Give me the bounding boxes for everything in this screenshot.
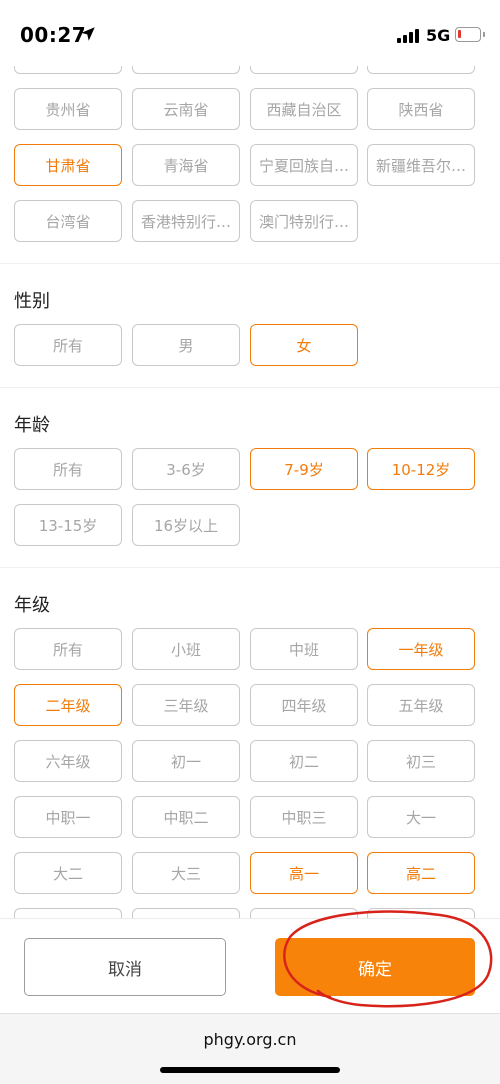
filter-option[interactable]: 贵州省 — [14, 88, 122, 130]
filter-option[interactable] — [367, 908, 475, 918]
filter-option[interactable]: 澳门特别行… — [250, 200, 358, 242]
filter-option[interactable]: 青海省 — [132, 144, 240, 186]
filter-option[interactable]: 16岁以上 — [132, 504, 240, 546]
filter-option[interactable]: 小班 — [132, 628, 240, 670]
status-bar: 00:27 5G — [0, 0, 500, 66]
filter-option[interactable]: 大一 — [367, 796, 475, 838]
filter-option[interactable]: 甘肃省 — [14, 144, 122, 186]
filter-option[interactable]: 13-15岁 — [14, 504, 122, 546]
filter-option[interactable]: 所有 — [14, 324, 122, 366]
battery-icon — [455, 27, 485, 42]
filter-option[interactable]: 中班 — [250, 628, 358, 670]
filter-option[interactable]: 二年级 — [14, 684, 122, 726]
filter-option[interactable]: 宁夏回族自… — [250, 144, 358, 186]
filter-option[interactable]: 陕西省 — [367, 88, 475, 130]
age-title: 年龄 — [14, 415, 50, 436]
filter-option[interactable]: 西藏自治区 — [250, 88, 358, 130]
filter-option[interactable]: 五年级 — [367, 684, 475, 726]
filter-option[interactable]: 台湾省 — [14, 200, 122, 242]
filter-option[interactable] — [14, 66, 122, 74]
filter-option[interactable]: 女 — [250, 324, 358, 366]
filter-option[interactable]: 高一 — [250, 852, 358, 894]
filter-option[interactable]: 初二 — [250, 740, 358, 782]
filter-option[interactable]: 初三 — [367, 740, 475, 782]
filter-option[interactable]: 大二 — [14, 852, 122, 894]
grade-title: 年级 — [14, 595, 50, 616]
filter-option[interactable] — [367, 66, 475, 74]
divider — [0, 263, 500, 264]
filter-option[interactable]: 7-9岁 — [250, 448, 358, 490]
filter-option[interactable]: 大三 — [132, 852, 240, 894]
filter-option[interactable]: 新疆维吾尔… — [367, 144, 475, 186]
filter-panel[interactable]: 贵州省 云南省 西藏自治区 陕西省甘肃省 青海省 宁夏回族自… 新疆维吾尔… 台湾省 香港特别行… — [0, 66, 500, 918]
browser-bar: phgy.org.cn — [0, 1013, 500, 1084]
filter-option[interactable]: 六年级 — [14, 740, 122, 782]
action-bar: 取消 确定 — [0, 918, 500, 1014]
gender-title: 性别 — [14, 291, 50, 312]
filter-option[interactable] — [132, 66, 240, 74]
filter-option[interactable]: 男 — [132, 324, 240, 366]
filter-option[interactable]: 所有 — [14, 448, 122, 490]
divider — [0, 387, 500, 388]
filter-option[interactable]: 高二 — [367, 852, 475, 894]
filter-option[interactable]: 三年级 — [132, 684, 240, 726]
filter-option[interactable] — [14, 908, 122, 918]
status-time: 00:27 — [20, 23, 87, 47]
filter-option[interactable]: 云南省 — [132, 88, 240, 130]
filter-option[interactable]: 所有 — [14, 628, 122, 670]
filter-option[interactable] — [250, 66, 358, 74]
filter-option[interactable]: 10-12岁 — [367, 448, 475, 490]
filter-option[interactable]: 3-6岁 — [132, 448, 240, 490]
filter-option[interactable]: 香港特别行… — [132, 200, 240, 242]
filter-option[interactable]: 初一 — [132, 740, 240, 782]
filter-option[interactable]: 中职三 — [250, 796, 358, 838]
divider — [0, 567, 500, 568]
filter-option[interactable]: 中职一 — [14, 796, 122, 838]
home-indicator[interactable] — [160, 1067, 340, 1073]
filter-option[interactable] — [132, 908, 240, 918]
confirm-button[interactable]: 确定 — [275, 938, 475, 996]
filter-option[interactable] — [250, 908, 358, 918]
filter-option[interactable]: 中职二 — [132, 796, 240, 838]
filter-option[interactable]: 四年级 — [250, 684, 358, 726]
location-arrow-icon — [81, 27, 95, 41]
url-text[interactable]: phgy.org.cn — [0, 1030, 500, 1049]
cancel-button[interactable]: 取消 — [24, 938, 226, 996]
cellular-signal-icon — [397, 29, 419, 43]
network-type: 5G — [426, 26, 451, 45]
filter-option[interactable]: 一年级 — [367, 628, 475, 670]
